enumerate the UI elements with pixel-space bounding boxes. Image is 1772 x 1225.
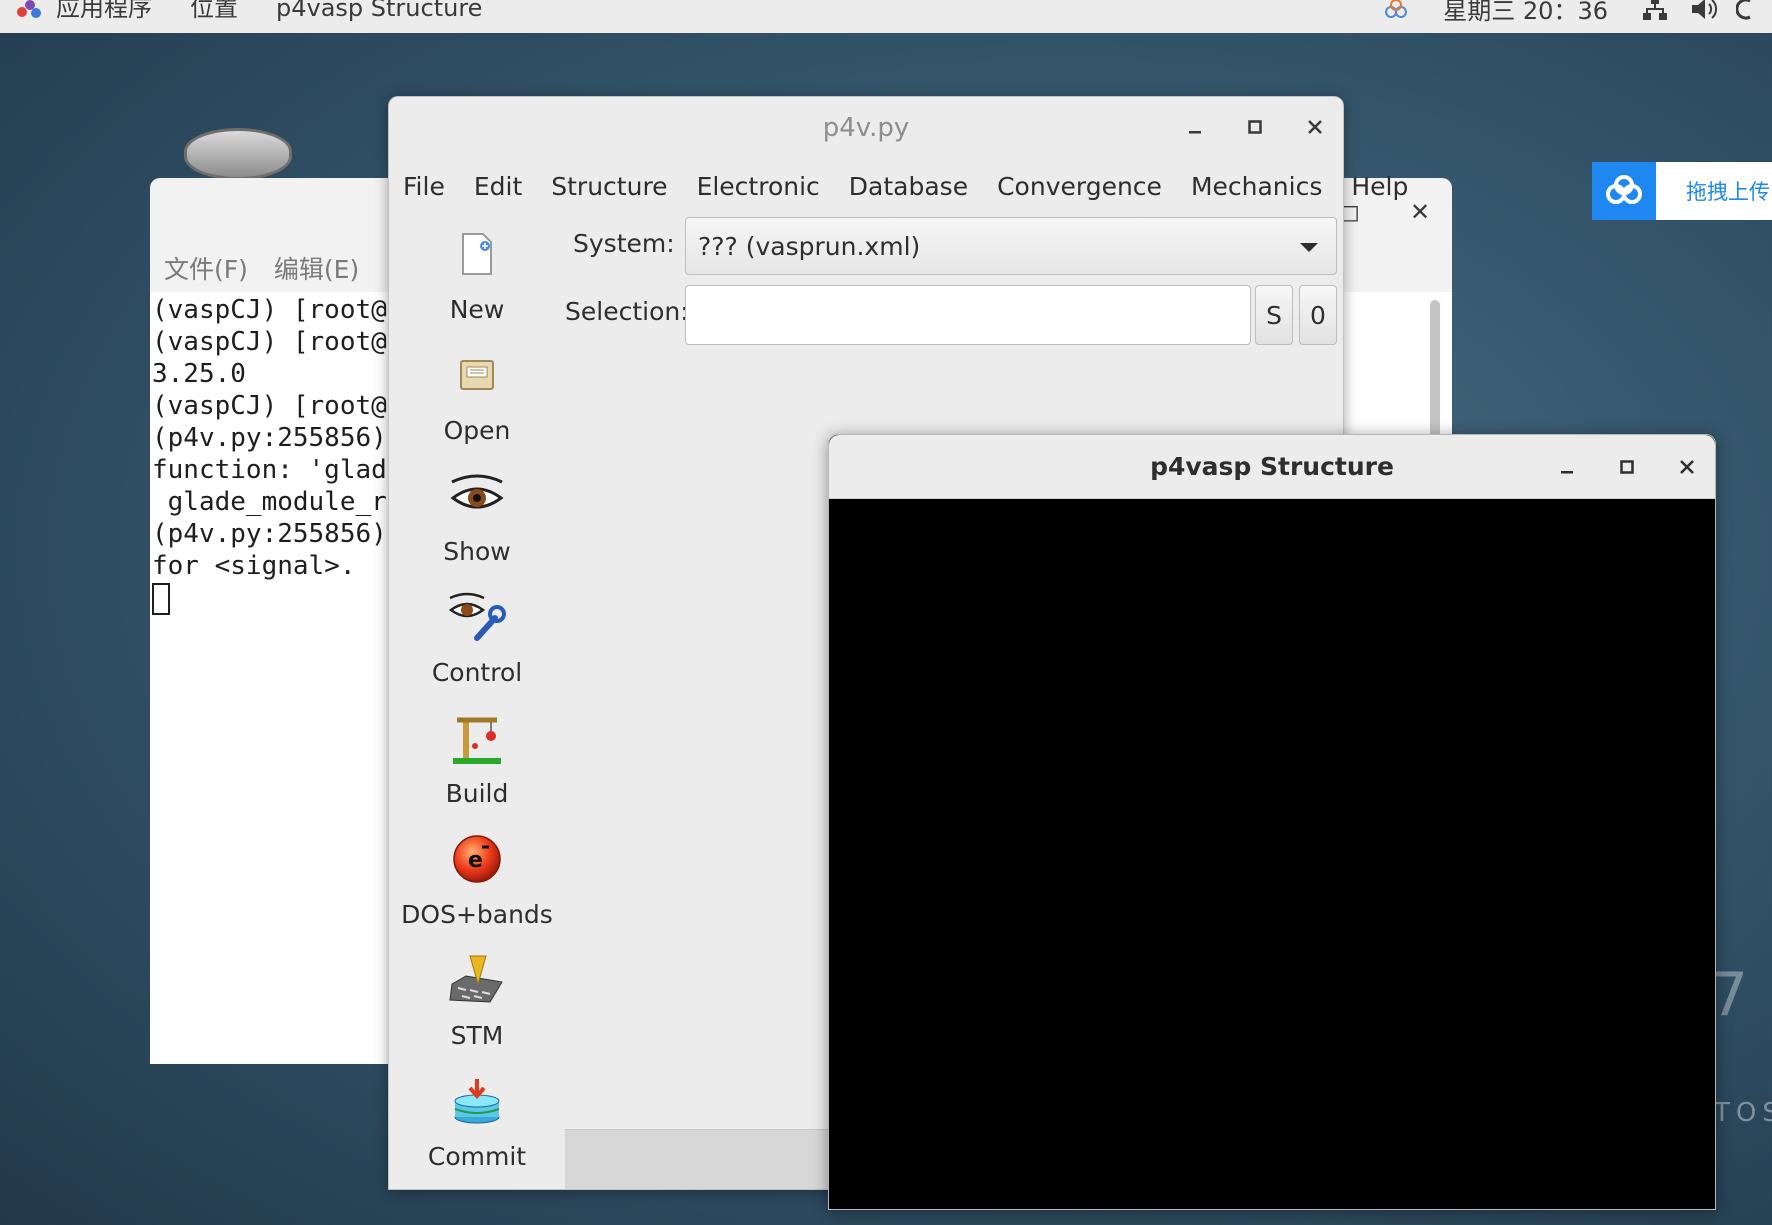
crane-icon [447,709,507,767]
system-label: System: [573,229,675,258]
commit-database-icon [447,1072,507,1130]
cloud-upload-text: 拖拽上传 [1686,180,1770,204]
structure-titlebar[interactable]: p4vasp Structure [829,435,1715,499]
stm-tip-icon [447,951,507,1009]
commit-button[interactable]: Commit [389,1060,565,1181]
stm-button[interactable]: STM [389,939,565,1060]
commit-label: Commit [427,1142,527,1171]
menu-mechanics[interactable]: Mechanics [1191,172,1322,201]
open-label: Open [443,416,511,445]
menu-edit[interactable]: Edit [474,172,522,201]
svg-text:e: e [468,848,483,873]
eye-icon [447,467,507,525]
cloud-sync-icon[interactable] [1383,0,1409,20]
selection-0-button[interactable]: 0 [1299,285,1337,345]
maximize-icon[interactable] [1239,111,1271,143]
menu-structure[interactable]: Structure [551,172,667,201]
menu-file[interactable]: 文件(F) [164,250,248,286]
p4v-menubar: File Edit Structure Electronic Database … [389,159,1408,213]
places-menu[interactable]: 位置 [190,0,238,25]
close-icon[interactable]: ✕ [1410,198,1430,226]
close-icon[interactable] [1671,451,1703,483]
structure-window[interactable]: p4vasp Structure [828,434,1716,1210]
chevron-down-icon [1300,243,1318,252]
p4v-titlebar[interactable]: p4v.py [389,97,1343,159]
cloud-icon [1592,162,1656,220]
p4v-toolbar: New Open Show Control Build e DOS+bands … [389,213,565,1189]
cloud-upload-widget[interactable]: 拖拽上传 [1592,162,1772,220]
build-button[interactable]: Build [389,697,565,818]
stm-label: STM [450,1021,504,1050]
show-label: Show [443,537,511,566]
dos-bands-label: DOS+bands [401,900,553,929]
selection-s-button[interactable]: S [1255,285,1293,345]
menu-file[interactable]: File [403,172,445,201]
terminal-cursor [152,582,170,615]
applications-menu[interactable]: 应用程序 [56,0,152,25]
menu-edit[interactable]: 编辑(E) [274,250,359,286]
volume-icon[interactable] [1690,0,1718,22]
electron-icon: e [447,830,507,888]
eye-wrench-icon [447,588,507,646]
desktop-watermark-text: TOS [1714,1098,1772,1128]
system-dropdown[interactable]: ??? (vasprun.xml) [685,217,1337,275]
trash-icon[interactable] [184,128,292,180]
structure-viewport[interactable] [829,499,1715,1209]
clock[interactable]: 星期三 20：36 [1443,0,1608,26]
menu-convergence[interactable]: Convergence [997,172,1162,201]
active-app-menu[interactable]: p4vasp Structure [276,0,482,25]
open-file-icon [447,346,507,404]
control-button[interactable]: Control [389,576,565,697]
network-icon[interactable] [1642,0,1668,22]
applications-icon[interactable] [16,0,42,20]
menu-database[interactable]: Database [849,172,968,201]
show-button[interactable]: Show [389,455,565,576]
new-document-icon [447,225,507,283]
new-label: New [449,295,505,324]
menu-electronic[interactable]: Electronic [697,172,820,201]
menu-help[interactable]: Help [1351,172,1408,201]
minimize-icon[interactable] [1179,111,1211,143]
system-value: ??? (vasprun.xml) [698,231,921,261]
build-label: Build [445,779,509,808]
new-button[interactable]: New [389,213,565,334]
top-panel: 应用程序 位置 p4vasp Structure 星期三 20：36 [0,0,1772,33]
maximize-icon[interactable] [1611,451,1643,483]
power-icon[interactable] [1736,0,1754,22]
dos-bands-button[interactable]: e DOS+bands [389,818,565,939]
close-icon[interactable] [1299,111,1331,143]
open-button[interactable]: Open [389,334,565,455]
selection-label: Selection: [565,297,689,326]
minimize-icon[interactable] [1551,451,1583,483]
control-label: Control [431,658,523,687]
selection-input[interactable] [685,285,1251,345]
